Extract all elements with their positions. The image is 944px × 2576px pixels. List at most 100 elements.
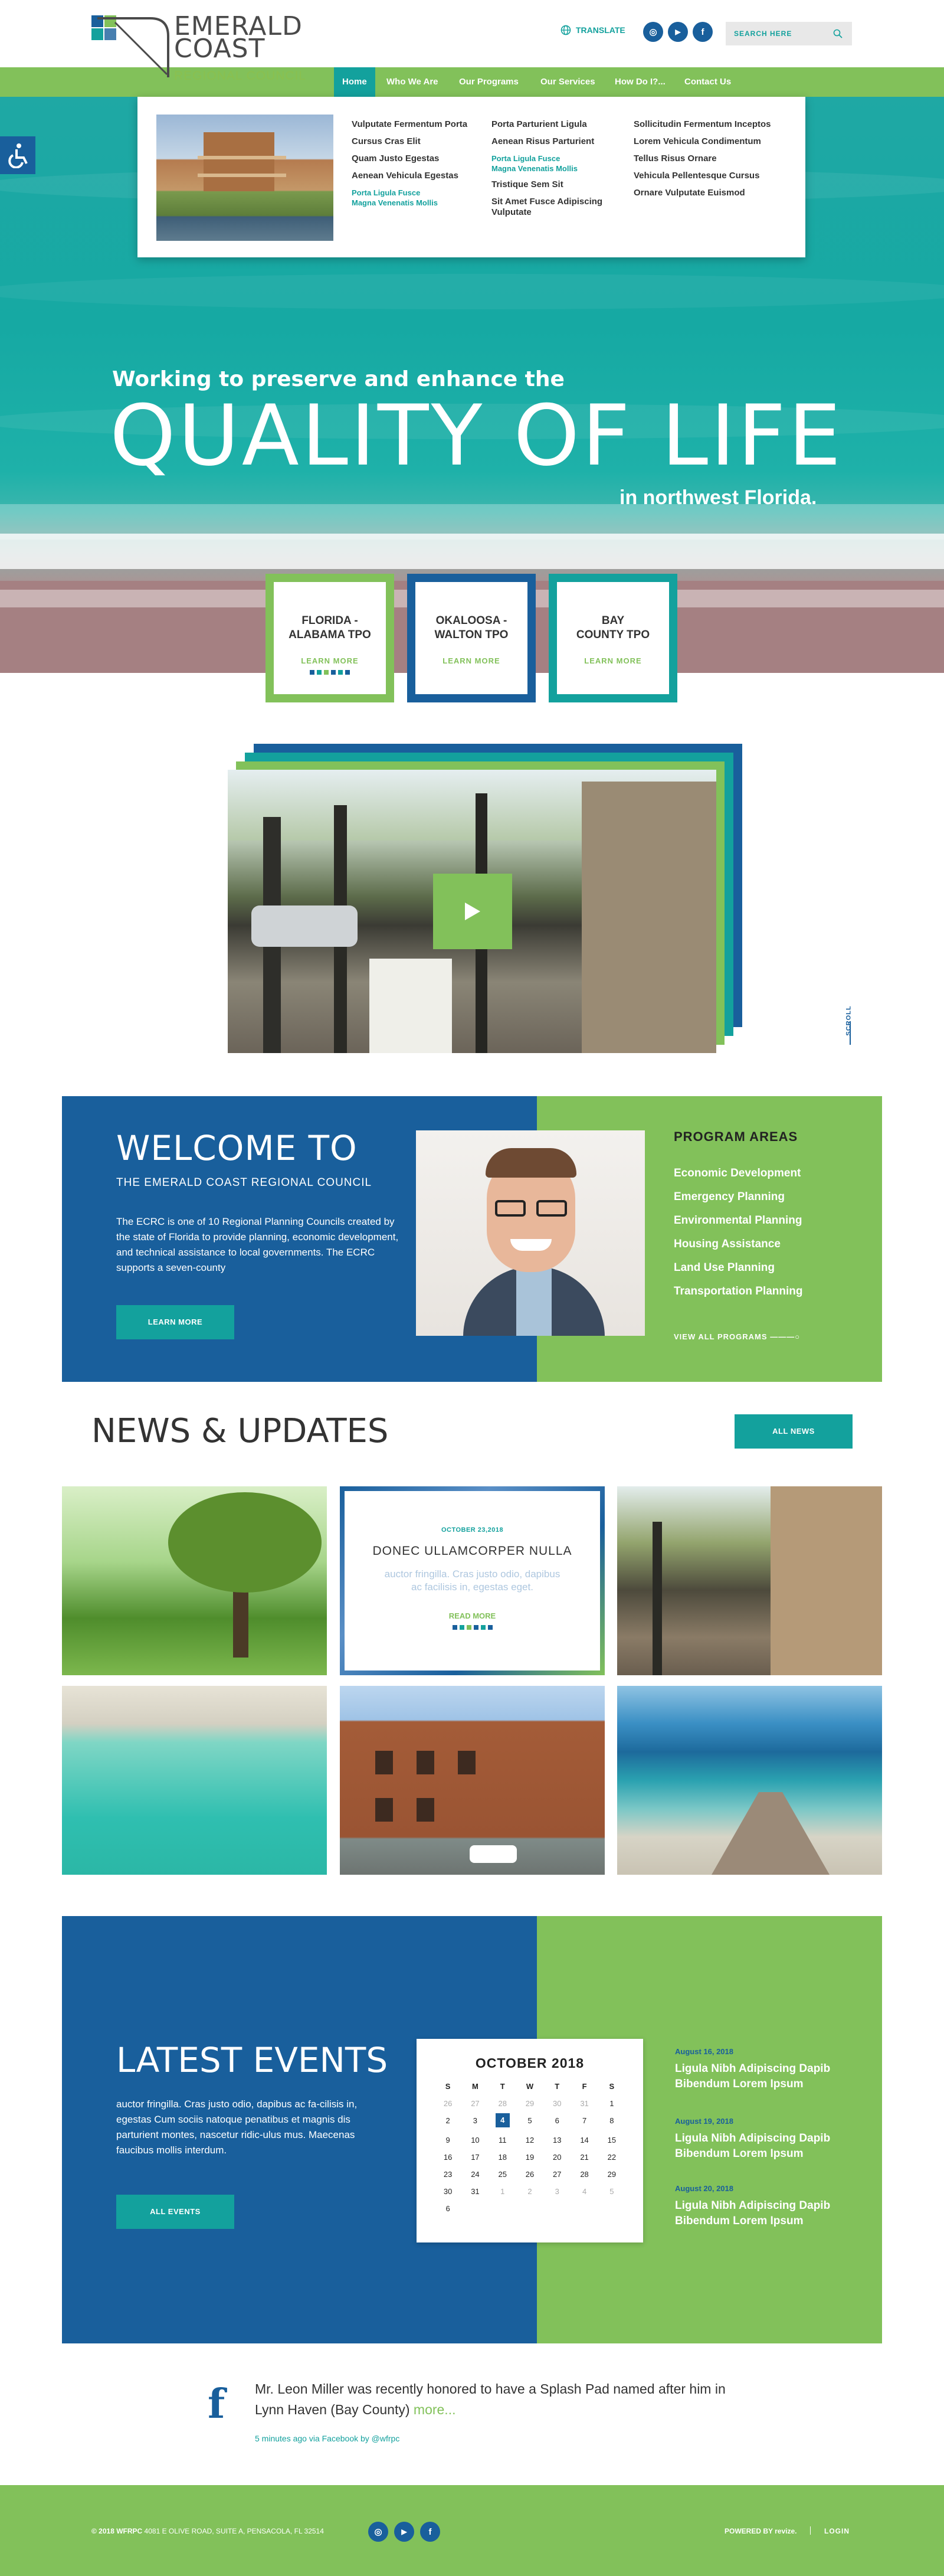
menu-item[interactable]: Lorem Vehicula Condimentum: [634, 136, 781, 147]
calendar-day[interactable]: 7: [571, 2116, 598, 2125]
program-link[interactable]: Housing Assistance: [674, 1238, 781, 1251]
calendar-day[interactable]: 18: [489, 2153, 516, 2162]
calendar-day[interactable]: 22: [598, 2153, 625, 2162]
calendar-day[interactable]: 9: [434, 2136, 461, 2145]
powered-by-revize[interactable]: POWERED BY revize.: [725, 2527, 796, 2535]
submenu-item[interactable]: Magna Venenatis Mollis: [491, 164, 615, 174]
calendar-day[interactable]: 2: [434, 2116, 461, 2125]
learn-more-link[interactable]: LEARN MORE: [415, 656, 527, 665]
calendar-day[interactable]: 19: [516, 2153, 543, 2162]
calendar-day[interactable]: 5: [516, 2116, 543, 2125]
calendar-day[interactable]: 3: [461, 2116, 489, 2125]
calendar-day-selected[interactable]: 4: [495, 2113, 510, 2127]
facebook-post-meta[interactable]: 5 minutes ago via Facebook by @wfrpc: [255, 2434, 399, 2443]
calendar-day[interactable]: 26: [516, 2170, 543, 2179]
menu-item[interactable]: Aenean Risus Parturient: [491, 136, 615, 147]
facebook-icon[interactable]: f: [420, 2522, 440, 2542]
learn-more-button[interactable]: LEARN MORE: [116, 1305, 234, 1339]
news-tile-beach-swimmers[interactable]: [62, 1686, 327, 1875]
menu-item[interactable]: Tristique Sem Sit: [491, 179, 615, 190]
calendar-day[interactable]: 31: [461, 2187, 489, 2196]
calendar-day[interactable]: 29: [598, 2170, 625, 2179]
learn-more-link[interactable]: LEARN MORE: [274, 656, 386, 665]
calendar-day[interactable]: 5: [598, 2187, 625, 2196]
menu-item[interactable]: Quam Justo Egestas: [352, 153, 476, 164]
youtube-icon[interactable]: ▶: [668, 22, 688, 42]
instagram-icon[interactable]: ◎: [643, 22, 663, 42]
tpo-card-florida-alabama[interactable]: FLORIDA - ALABAMA TPO LEARN MORE: [266, 574, 394, 702]
all-news-button[interactable]: ALL NEWS: [735, 1414, 853, 1449]
submenu-item[interactable]: Porta Ligula Fusce: [352, 188, 476, 198]
program-link[interactable]: Economic Development: [674, 1167, 801, 1180]
submenu-item[interactable]: Porta Ligula Fusce: [491, 153, 615, 164]
nav-item-who-we-are[interactable]: Who We Are: [378, 67, 447, 97]
calendar-day[interactable]: 23: [434, 2170, 461, 2179]
calendar-day[interactable]: 31: [571, 2099, 598, 2108]
all-events-button[interactable]: ALL EVENTS: [116, 2195, 234, 2229]
nav-item-our-services[interactable]: Our Services: [532, 67, 604, 97]
nav-item-how-do-i[interactable]: How Do I?...: [607, 67, 674, 97]
facebook-more-link[interactable]: more...: [414, 2402, 456, 2417]
facebook-icon[interactable]: f: [208, 2381, 225, 2428]
play-button[interactable]: [433, 874, 512, 949]
news-featured-card[interactable]: OCTOBER 23,2018 DONEC ULLAMCORPER NULLA …: [340, 1486, 605, 1675]
nav-item-home[interactable]: Home: [334, 67, 375, 97]
calendar-day[interactable]: 14: [571, 2136, 598, 2145]
news-tile-park-tree[interactable]: [62, 1486, 327, 1675]
calendar-day[interactable]: 8: [598, 2116, 625, 2125]
news-tile-street-cafe[interactable]: [617, 1486, 882, 1675]
calendar-day[interactable]: 27: [461, 2099, 489, 2108]
menu-item[interactable]: Aenean Vehicula Egestas: [352, 171, 476, 181]
calendar-day[interactable]: 10: [461, 2136, 489, 2145]
calendar-day[interactable]: 17: [461, 2153, 489, 2162]
calendar-day[interactable]: 12: [516, 2136, 543, 2145]
menu-item[interactable]: Cursus Cras Elit: [352, 136, 476, 147]
calendar-day[interactable]: 20: [543, 2153, 571, 2162]
facebook-icon[interactable]: f: [693, 22, 713, 42]
calendar-day[interactable]: 11: [489, 2136, 516, 2145]
news-tile-brick-building[interactable]: [340, 1686, 605, 1875]
calendar-day[interactable]: 27: [543, 2170, 571, 2179]
program-link[interactable]: Transportation Planning: [674, 1285, 803, 1298]
scroll-indicator[interactable]: SCROLL: [845, 1005, 853, 1035]
calendar-day[interactable]: 25: [489, 2170, 516, 2179]
event-title[interactable]: Ligula Nibh Adipiscing Dapib Bibendum Lo…: [675, 2198, 876, 2229]
login-link[interactable]: LOGIN: [824, 2527, 850, 2535]
program-link[interactable]: Environmental Planning: [674, 1214, 802, 1227]
accessibility-button[interactable]: [0, 136, 35, 174]
program-link[interactable]: Land Use Planning: [674, 1261, 775, 1274]
menu-item[interactable]: Sollicitudin Fermentum Inceptos: [634, 119, 781, 130]
learn-more-link[interactable]: LEARN MORE: [557, 656, 669, 665]
calendar-day[interactable]: 1: [598, 2099, 625, 2108]
calendar-day[interactable]: 24: [461, 2170, 489, 2179]
menu-item[interactable]: Vehicula Pellentesque Cursus: [634, 171, 781, 181]
tpo-card-bay-county[interactable]: BAY COUNTY TPO LEARN MORE: [549, 574, 677, 702]
menu-item[interactable]: Ornare Vulputate Euismod: [634, 188, 781, 198]
menu-item[interactable]: Porta Parturient Ligula: [491, 119, 615, 130]
calendar-day[interactable]: 15: [598, 2136, 625, 2145]
calendar-day[interactable]: 1: [489, 2187, 516, 2196]
menu-item[interactable]: Vulputate Fermentum Porta: [352, 119, 476, 130]
search-icon[interactable]: [833, 29, 843, 38]
menu-item[interactable]: Sit Amet Fusce Adipiscing Vulputate: [491, 197, 615, 218]
translate-button[interactable]: TRANSLATE: [560, 25, 625, 35]
calendar-day[interactable]: 21: [571, 2153, 598, 2162]
event-title[interactable]: Ligula Nibh Adipiscing Dapib Bibendum Lo…: [675, 2131, 876, 2162]
calendar-day[interactable]: 28: [489, 2099, 516, 2108]
search-input[interactable]: SEARCH HERE: [726, 22, 852, 45]
submenu-item[interactable]: Magna Venenatis Mollis: [352, 198, 476, 208]
nav-item-our-programs[interactable]: Our Programs: [451, 67, 527, 97]
program-link[interactable]: Emergency Planning: [674, 1191, 785, 1204]
calendar-day[interactable]: 29: [516, 2099, 543, 2108]
calendar-day[interactable]: 6: [434, 2204, 461, 2213]
event-title[interactable]: Ligula Nibh Adipiscing Dapib Bibendum Lo…: [675, 2061, 876, 2092]
news-tile-beach-boardwalk[interactable]: [617, 1686, 882, 1875]
calendar-day[interactable]: 28: [571, 2170, 598, 2179]
read-more-link[interactable]: READ MORE: [345, 1611, 600, 1620]
tpo-card-okaloosa-walton[interactable]: OKALOOSA - WALTON TPO LEARN MORE: [407, 574, 536, 702]
calendar-day[interactable]: 13: [543, 2136, 571, 2145]
calendar-day[interactable]: 26: [434, 2099, 461, 2108]
calendar-day[interactable]: 6: [543, 2116, 571, 2125]
instagram-icon[interactable]: ◎: [368, 2522, 388, 2542]
calendar-day[interactable]: 4: [571, 2187, 598, 2196]
